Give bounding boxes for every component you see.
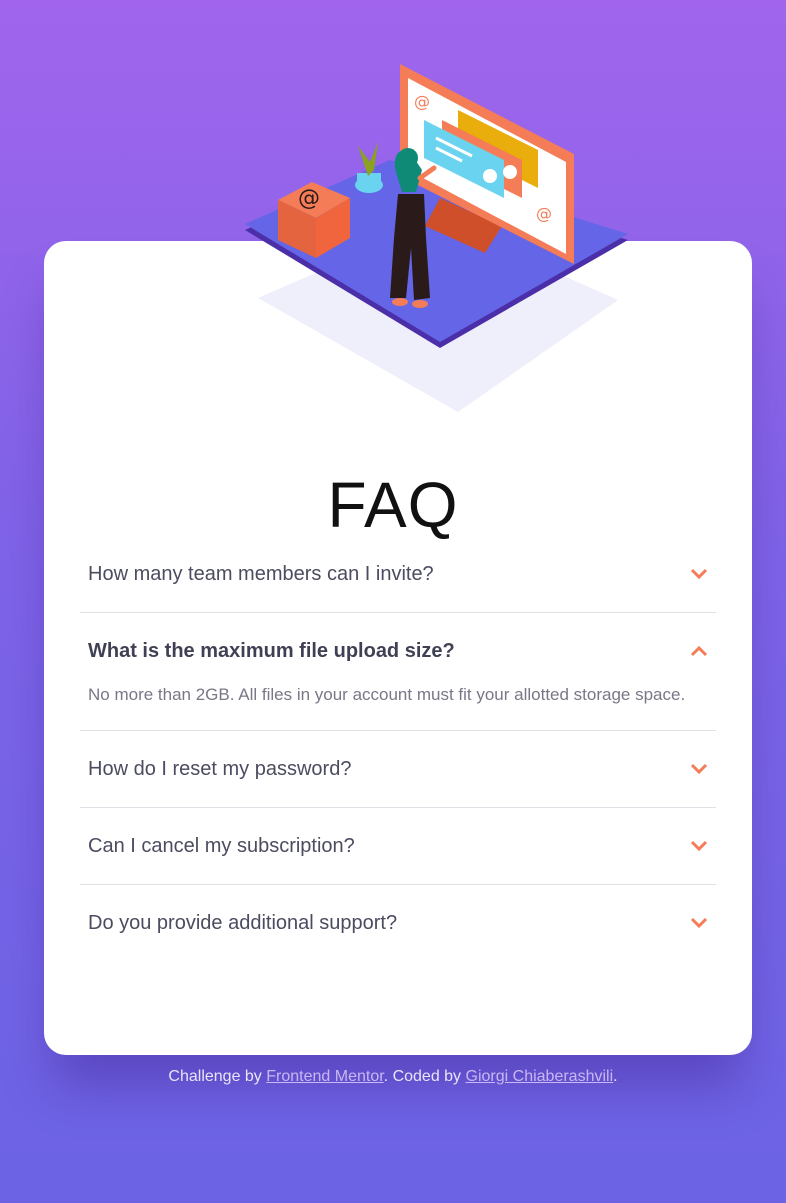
- chevron-down-icon[interactable]: [690, 568, 708, 580]
- faq-question[interactable]: Do you provide additional support?: [80, 885, 716, 961]
- woman-online-illustration: @ @ @: [245, 64, 628, 348]
- faq-item[interactable]: What is the maximum file upload size? No…: [80, 613, 716, 731]
- footer-middle: . Coded by: [383, 1068, 462, 1085]
- footer-suffix: .: [613, 1068, 618, 1085]
- faq-item[interactable]: Can I cancel my subscription?: [80, 808, 716, 885]
- faq-question-text: How many team members can I invite?: [88, 562, 434, 585]
- faq-item[interactable]: How do I reset my password?: [80, 731, 716, 808]
- svg-text:@: @: [414, 92, 430, 111]
- faq-question[interactable]: What is the maximum file upload size?: [80, 613, 716, 689]
- chevron-down-icon[interactable]: [690, 840, 708, 852]
- faq-question[interactable]: How do I reset my password?: [80, 731, 716, 807]
- chevron-down-icon[interactable]: [690, 917, 708, 929]
- faq-item[interactable]: Do you provide additional support?: [80, 885, 716, 961]
- svg-text:@: @: [536, 204, 552, 223]
- svg-text:@: @: [298, 186, 320, 211]
- faq-question-text: What is the maximum file upload size?: [88, 639, 455, 662]
- author-link[interactable]: Giorgi Chiaberashvili: [466, 1068, 614, 1085]
- frontend-mentor-link[interactable]: Frontend Mentor: [266, 1068, 383, 1085]
- faq-question[interactable]: Can I cancel my subscription?: [80, 808, 716, 884]
- chevron-up-icon[interactable]: [690, 645, 708, 657]
- faq-question[interactable]: How many team members can I invite?: [80, 536, 716, 612]
- page-title: FAQ: [327, 469, 459, 541]
- faq-list: How many team members can I invite? What…: [80, 536, 716, 961]
- footer-prefix: Challenge by: [168, 1068, 262, 1085]
- attribution-footer: Challenge by Frontend Mentor. Coded by G…: [0, 1068, 786, 1086]
- faq-question-text: Do you provide additional support?: [88, 911, 398, 934]
- faq-question-text: Can I cancel my subscription?: [88, 834, 355, 857]
- faq-item[interactable]: How many team members can I invite?: [80, 536, 716, 613]
- chevron-down-icon[interactable]: [690, 763, 708, 775]
- faq-question-text: How do I reset my password?: [88, 757, 352, 780]
